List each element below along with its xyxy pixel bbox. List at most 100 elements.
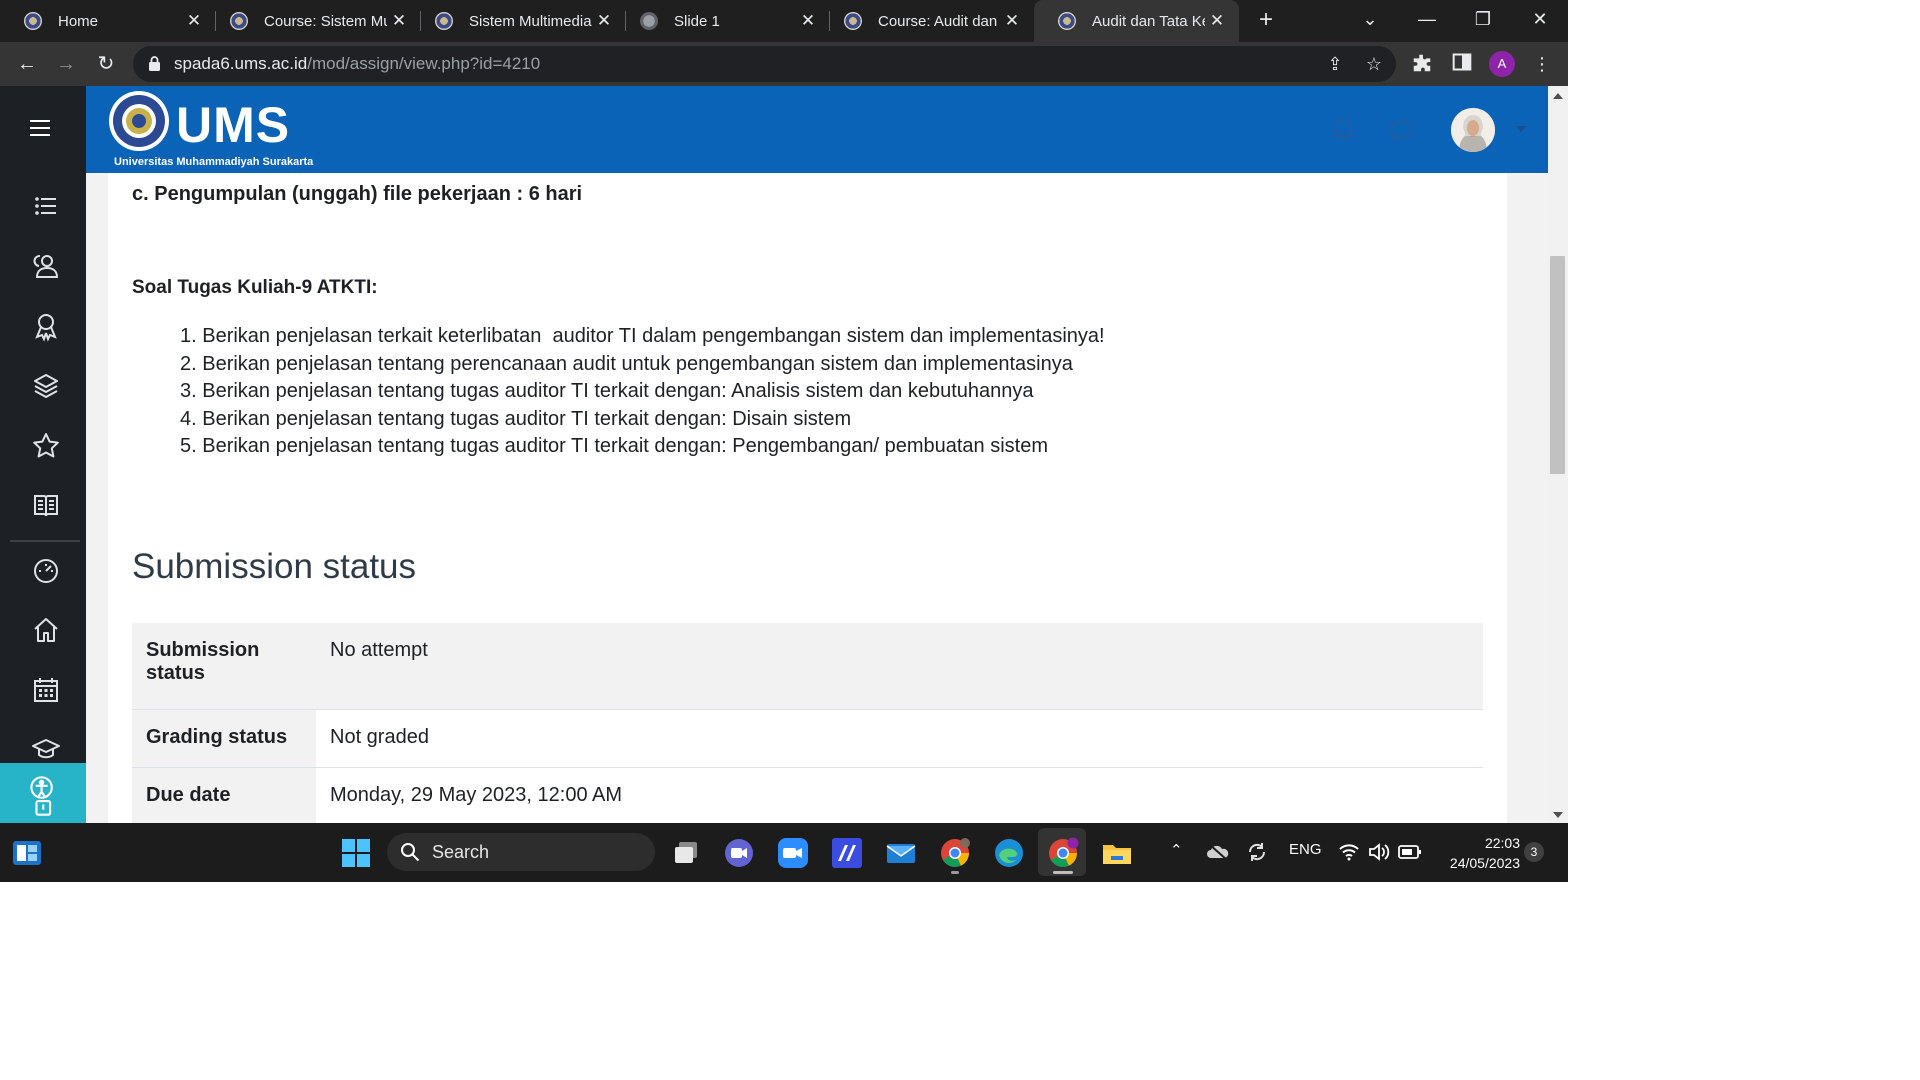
user-menu-caret-icon[interactable] [1516, 126, 1526, 132]
zoom-app-icon[interactable] [777, 837, 809, 869]
chrome-profile-icon[interactable] [939, 837, 971, 869]
volume-icon[interactable] [1368, 842, 1390, 862]
more-options-icon[interactable]: ⋮ [1530, 52, 1554, 76]
badge-award-icon[interactable] [30, 310, 62, 342]
star-icon[interactable] [30, 430, 62, 462]
tab-title: Sistem Multimedia: [469, 12, 592, 30]
teams-chat-icon[interactable] [723, 837, 755, 869]
tab-title: Course: Sistem Mul [264, 12, 387, 30]
url-text[interactable]: spada6.ums.ac.id/mod/assign/view.php?id=… [174, 54, 540, 74]
dashboard-gauge-icon[interactable] [30, 554, 62, 586]
tab-slide-1[interactable]: Slide 1 ✕ [616, 0, 830, 42]
submission-status-table: Submission status No attempt Grading sta… [132, 623, 1483, 823]
lock-icon [149, 56, 160, 71]
notification-count-badge[interactable]: 3 [1524, 842, 1544, 862]
scroll-down-arrow-icon[interactable] [1553, 812, 1563, 818]
user-avatar[interactable] [1451, 108, 1495, 152]
participants-icon[interactable] [30, 250, 62, 282]
bookmark-star-icon[interactable]: ☆ [1362, 52, 1386, 76]
ums-seal-logo-icon[interactable] [108, 90, 170, 152]
question-item: 1. Berikan penjelasan terkait keterlibat… [180, 325, 1105, 347]
new-tab-button[interactable]: + [1252, 6, 1280, 34]
site-logo-subtitle: Universitas Muhammadiyah Surakarta [114, 156, 314, 168]
onedrive-cloud-offline-icon[interactable] [1206, 842, 1230, 862]
browser-tab-strip: Home ✕ Course: Sistem Mul ✕ Sistem Multi… [0, 0, 1568, 42]
ai-writer-app-icon[interactable] [831, 837, 863, 869]
forward-arrow-icon[interactable]: → [52, 50, 80, 78]
page-viewport: UMS Universitas Muhammadiyah Surakarta c… [0, 86, 1568, 823]
clock-date: 24/05/2023 [1449, 855, 1520, 871]
chrome-browser-icon[interactable] [1047, 837, 1079, 869]
wifi-icon[interactable] [1338, 842, 1360, 862]
graduation-cap-icon[interactable] [30, 734, 62, 766]
row-label: Grading status [132, 709, 316, 768]
battery-icon[interactable] [1398, 844, 1422, 860]
close-tab-icon[interactable]: ✕ [592, 11, 616, 31]
file-explorer-icon[interactable] [1101, 837, 1133, 869]
close-tab-icon[interactable]: ✕ [182, 11, 206, 31]
system-clock[interactable]: 22:03 24/05/2023 [1430, 833, 1520, 873]
row-value: No attempt [316, 623, 1483, 710]
calendar-icon[interactable] [30, 674, 62, 706]
reload-icon[interactable]: ↻ [92, 50, 120, 78]
notification-bell-icon[interactable] [1329, 116, 1357, 144]
table-row: Submission status No attempt [132, 623, 1483, 710]
scroll-up-arrow-icon[interactable] [1553, 93, 1563, 99]
minimize-button[interactable]: — [1399, 0, 1455, 40]
page-scrollbar[interactable] [1548, 86, 1568, 823]
ums-favicon-icon [230, 12, 248, 30]
table-row: Grading status Not graded [132, 709, 1483, 768]
address-bar[interactable]: spada6.ums.ac.id/mod/assign/view.php?id=… [133, 46, 1396, 82]
row-value: Monday, 29 May 2023, 12:00 AM [330, 783, 623, 806]
site-logo-text[interactable]: UMS [176, 96, 290, 154]
taskbar-search-label: Search [432, 842, 490, 862]
row-label: Due date [132, 767, 316, 823]
show-hidden-icons-chevron-icon[interactable]: ⌃ [1170, 841, 1183, 859]
list-icon[interactable] [30, 190, 62, 222]
messages-chat-icon[interactable] [1388, 116, 1416, 144]
layers-icon[interactable] [30, 370, 62, 402]
tab-course-sistem-multimedia[interactable]: Course: Sistem Mul ✕ [206, 0, 421, 42]
close-window-button[interactable]: ✕ [1512, 0, 1568, 40]
main-content: c. Pengumpulan (unggah) file pekerjaan :… [108, 173, 1507, 823]
close-tab-icon[interactable]: ✕ [1205, 11, 1229, 31]
taskbar-search-box[interactable]: Search [387, 833, 655, 871]
sidebar-divider [10, 540, 80, 542]
task-view-icon[interactable] [670, 837, 702, 869]
input-language[interactable]: ENG [1289, 841, 1322, 858]
assignment-questions-title: Soal Tugas Kuliah-9 ATKTI: [132, 277, 378, 298]
widgets-icon[interactable] [11, 837, 43, 869]
site-header: UMS Universitas Muhammadiyah Surakarta [86, 86, 1548, 173]
tab-title: Course: Audit dan T [878, 12, 1000, 30]
extensions-puzzle-icon[interactable] [1410, 52, 1434, 76]
share-icon[interactable]: ⇪ [1323, 52, 1347, 76]
home-icon[interactable] [30, 614, 62, 646]
globe-icon [640, 12, 658, 30]
clock-time: 22:03 [1484, 835, 1520, 851]
windows-start-icon[interactable] [340, 837, 372, 869]
restore-button[interactable]: ❐ [1455, 0, 1511, 40]
tab-search-chevron-icon[interactable]: ⌄ [1342, 0, 1398, 40]
close-tab-icon[interactable]: ✕ [796, 11, 820, 31]
profile-avatar[interactable]: A [1489, 51, 1515, 77]
mail-icon[interactable] [885, 837, 917, 869]
windows-taskbar: Search ⌃ ENG 22:03 24/05/2023 3 [0, 823, 1568, 882]
assignment-note-c: c. Pengumpulan (unggah) file pekerjaan :… [132, 183, 583, 205]
tab-course-audit[interactable]: Course: Audit dan T ✕ [820, 0, 1034, 42]
edge-browser-icon[interactable] [993, 837, 1025, 869]
close-tab-icon[interactable]: ✕ [387, 11, 411, 31]
sync-icon[interactable] [1246, 841, 1268, 863]
close-tab-icon[interactable]: ✕ [1000, 11, 1024, 31]
accessibility-button[interactable] [0, 763, 86, 823]
tab-home[interactable]: Home ✕ [0, 0, 216, 42]
left-sidebar [0, 86, 86, 823]
side-panel-icon[interactable] [1450, 52, 1474, 76]
table-row: Due date Monday, 29 May 2023, 12:00 AM [132, 767, 1483, 823]
back-arrow-icon[interactable]: ← [13, 50, 41, 78]
scroll-thumb[interactable] [1550, 256, 1565, 474]
hamburger-menu-icon[interactable] [24, 116, 56, 140]
book-icon[interactable] [30, 490, 62, 522]
tab-sistem-multimedia[interactable]: Sistem Multimedia: ✕ [411, 0, 626, 42]
row-value: Not graded [316, 709, 1483, 768]
tab-audit-dan-tata-kelola[interactable]: Audit dan Tata Kelo ✕ [1034, 0, 1239, 42]
